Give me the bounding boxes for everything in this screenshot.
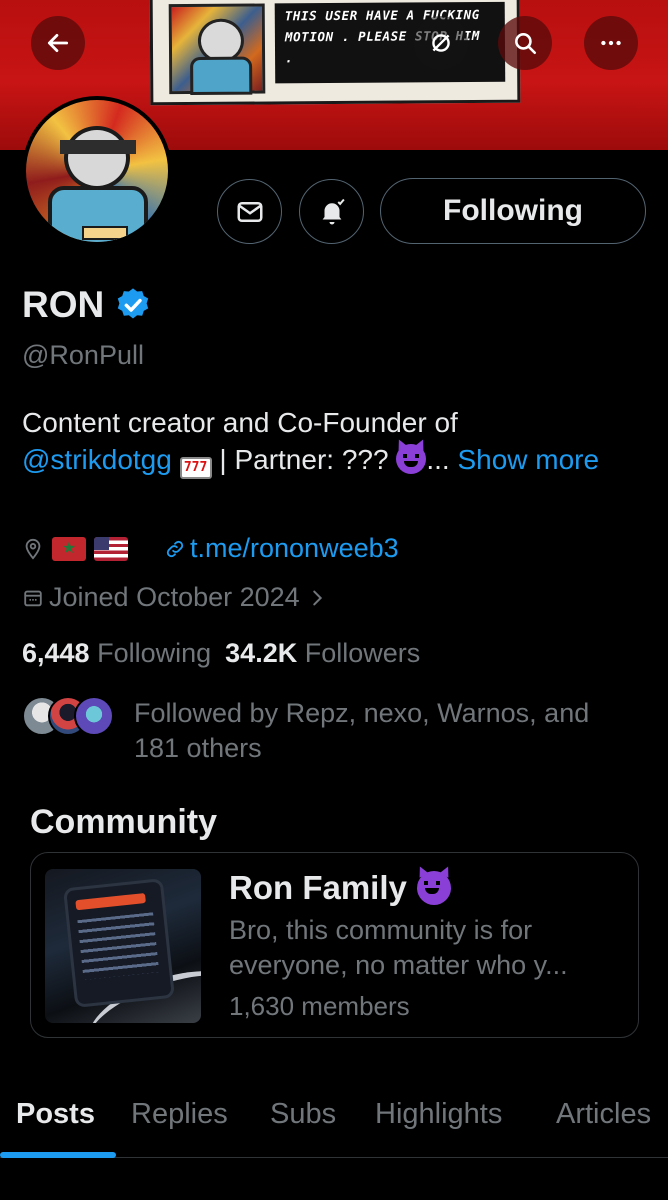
follow-stats: 6,448 Following 34.2K Followers (22, 638, 420, 669)
banner-caption: THIS USER HAVE A FUCKING MOTION . PLEASE… (274, 1, 506, 84)
notifications-button[interactable] (299, 179, 364, 244)
tab-posts[interactable]: Posts (16, 1098, 95, 1131)
chevron-right-icon (312, 590, 322, 605)
back-button[interactable] (31, 16, 85, 70)
tab-subs[interactable]: Subs (270, 1098, 336, 1131)
calendar-icon (24, 590, 42, 606)
sync-button[interactable] (414, 16, 468, 70)
followed-by[interactable]: Followed by Repz, nexo, Warnos, and 181 … (22, 696, 589, 763)
tab-articles[interactable]: Articles (556, 1098, 651, 1131)
search-icon (515, 33, 537, 55)
morocco-flag-icon (52, 536, 86, 561)
joined-date: Joined October 2024 (49, 582, 300, 612)
banner-character-image (168, 3, 266, 95)
bio-ellipsis: ... (426, 444, 450, 475)
following-stat[interactable]: 6,448 Following (22, 638, 211, 669)
community-heading: Community (30, 803, 217, 841)
display-name: RON (22, 284, 105, 325)
tab-highlights[interactable]: Highlights (375, 1098, 502, 1131)
devil-emoji (396, 444, 427, 474)
location-row: t.me/rononweeb3 (22, 533, 399, 564)
mail-icon (237, 201, 262, 222)
profile-tabs: Posts Replies Subs Highlights Articles (0, 1086, 668, 1158)
profile-avatar[interactable] (22, 96, 172, 246)
more-button[interactable] (584, 16, 638, 70)
location-pin-icon (25, 538, 41, 560)
community-name: Ron Family (229, 869, 407, 906)
devil-emoji (416, 871, 451, 905)
slot-machine-emoji: 777 (179, 457, 212, 479)
community-members: 1,630 members (229, 991, 410, 1021)
avatar-face (64, 126, 130, 190)
active-tab-indicator (0, 1152, 116, 1158)
search-button[interactable] (498, 16, 552, 70)
following-button[interactable]: Following (380, 178, 646, 244)
name-row: RON (22, 284, 152, 326)
bio-partner-text: | Partner: ??? (219, 444, 389, 475)
followers-stat[interactable]: 34.2K Followers (225, 638, 420, 669)
followed-by-text: Followed by Repz, nexo, Warnos, and 181 … (134, 698, 590, 763)
sync-icon (432, 34, 450, 52)
more-icon (601, 40, 621, 46)
verified-badge-icon[interactable] (114, 286, 152, 324)
avatar-headband (60, 140, 136, 154)
avatar-tag (82, 226, 128, 240)
bio-text: Content creator and Co-Founder of (22, 407, 458, 438)
link-icon (166, 540, 184, 557)
bio-mention-link[interactable]: @strikdotgg (22, 444, 172, 475)
handle: @RonPull (22, 340, 144, 370)
tab-replies[interactable]: Replies (131, 1098, 228, 1131)
follower-avatar (74, 696, 114, 736)
us-flag-icon (94, 536, 128, 561)
joined-row[interactable]: Joined October 2024 (22, 582, 328, 613)
show-more-link[interactable]: Show more (457, 444, 599, 475)
website-link[interactable]: t.me/rononweeb3 (164, 533, 399, 564)
following-count: 6,448 (22, 638, 90, 668)
website-url[interactable]: t.me/rononweeb3 (190, 533, 399, 564)
community-card[interactable]: Ron Family Bro, this community is for ev… (30, 852, 639, 1038)
following-word: Following (97, 638, 212, 668)
bio: Content creator and Co-Founder of @strik… (22, 404, 652, 479)
community-thumbnail (45, 869, 201, 1023)
bell-check-icon (322, 198, 345, 224)
community-name-row: Ron Family (229, 869, 451, 907)
community-description: Bro, this community is for everyone, no … (229, 915, 568, 980)
followers-count: 34.2K (225, 638, 298, 668)
message-button[interactable] (217, 179, 282, 244)
back-arrow-icon (47, 34, 69, 52)
followers-word: Followers (304, 638, 421, 668)
